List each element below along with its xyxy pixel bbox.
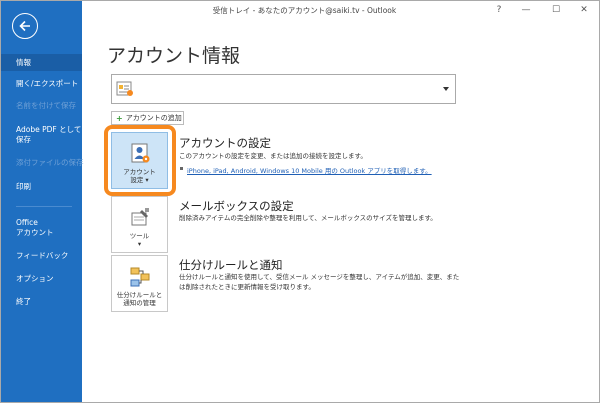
sidebar-item-office-account[interactable]: Office アカウント <box>1 218 82 238</box>
sidebar-item-exit[interactable]: 終了 <box>1 297 82 307</box>
back-button[interactable] <box>12 13 38 39</box>
rules-alerts-desc: 仕分けルールと通知を使用して、受信メール メッセージを整理し、アイテムが追加、変… <box>179 273 460 281</box>
sidebar-item-print[interactable]: 印刷 <box>1 182 82 192</box>
sidebar-item-label: 保存 <box>16 135 31 144</box>
tile-label: 仕分けルールと <box>116 291 163 299</box>
sidebar-item-label: 開く/エクスポート <box>16 79 79 88</box>
outlook-window: 情報 開く/エクスポート 名前を付けて保存 Adobe PDF として 保存 添付… <box>0 0 600 403</box>
add-account-label: アカウントの追加 <box>125 114 182 122</box>
manage-rules-button[interactable]: 仕分けルールと 通知の管理 <box>111 255 168 312</box>
tools-button[interactable]: ツール ▾ <box>111 196 168 253</box>
tile-label: 通知の管理 <box>123 299 156 307</box>
sidebar-item-label: 名前を付けて保存 <box>16 101 76 110</box>
tile-label: ツール <box>129 232 150 240</box>
sidebar-item-save-attachments[interactable]: 添付ファイルの保存 <box>1 158 84 168</box>
add-account-button[interactable]: + アカウントの追加 <box>111 111 184 125</box>
chevron-down-icon <box>443 87 449 91</box>
sidebar-item-label: 情報 <box>16 58 31 67</box>
maximize-button[interactable]: ☐ <box>546 2 566 18</box>
account-selector[interactable] <box>111 74 456 104</box>
sidebar-item-label: フィードバック <box>16 251 69 260</box>
mailbox-settings-title: メールボックスの設定 <box>179 199 294 213</box>
mailbox-settings-desc: 削除済みアイテムの完全削除や整理を利用して、メールボックスのサイズを管理します。 <box>179 214 437 222</box>
bullet-icon <box>180 167 183 170</box>
sidebar-item-open-export[interactable]: 開く/エクスポート <box>1 79 82 89</box>
sidebar-item-label: 添付ファイルの保存 <box>16 158 84 167</box>
backstage-sidebar: 情報 開く/エクスポート 名前を付けて保存 Adobe PDF として 保存 添付… <box>1 1 84 402</box>
sidebar-item-options[interactable]: オプション <box>1 274 82 284</box>
page-title: アカウント情報 <box>107 45 241 67</box>
sidebar-item-label: アカウント <box>16 228 54 237</box>
highlight-annotation <box>104 125 176 196</box>
account-card-icon <box>116 81 133 96</box>
sidebar-divider <box>16 206 72 207</box>
rules-alerts-title: 仕分けルールと通知 <box>179 258 283 272</box>
close-button[interactable]: ✕ <box>574 2 594 18</box>
sidebar-item-label: 印刷 <box>16 182 31 191</box>
sidebar-item-label: Adobe PDF として <box>16 125 82 134</box>
sidebar-item-save-as-pdf[interactable]: Adobe PDF として 保存 <box>1 125 82 145</box>
tools-icon <box>131 208 149 226</box>
account-settings-desc: このアカウントの設定を変更、または追加の接続を設定します。 <box>179 152 367 160</box>
help-button[interactable]: ? <box>489 2 509 18</box>
sidebar-item-save-as[interactable]: 名前を付けて保存 <box>1 101 82 111</box>
window-title: 受信トレイ - あなたのアカウント@saiki.tv - Outlook <box>212 6 397 15</box>
minimize-button[interactable]: — <box>516 2 536 18</box>
sidebar-item-info[interactable]: 情報 <box>1 54 82 71</box>
rules-icon <box>130 267 149 287</box>
rules-alerts-desc-line2: は削除されたときに更新情報を受け取ります。 <box>179 283 315 291</box>
get-outlook-app-link[interactable]: iPhone, iPad, Android, Windows 10 Mobile… <box>187 165 432 175</box>
tile-label: ▾ <box>137 240 142 248</box>
back-arrow-icon <box>19 20 30 32</box>
sidebar-item-feedback[interactable]: フィードバック <box>1 251 82 261</box>
sidebar-item-label: Office <box>16 218 38 227</box>
sidebar-item-label: オプション <box>16 274 54 283</box>
account-settings-title: アカウントの設定 <box>179 136 271 150</box>
sidebar-item-label: 終了 <box>16 297 31 306</box>
plus-icon: + <box>116 113 123 123</box>
